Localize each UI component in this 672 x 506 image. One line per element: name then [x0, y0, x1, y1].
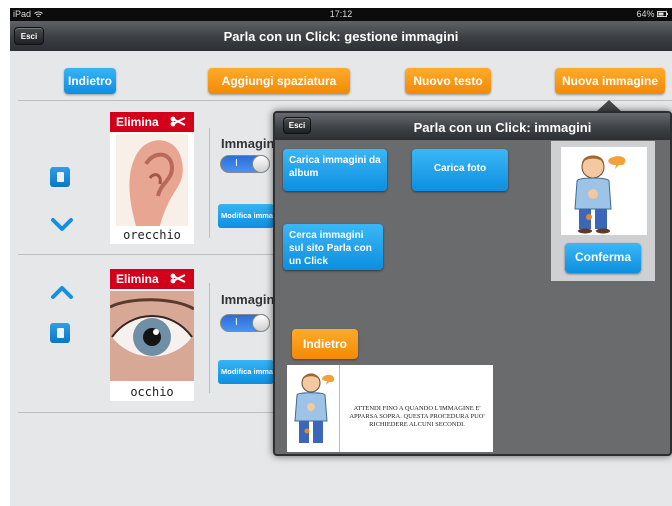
modify-image-button[interactable]: Modifica immagine	[218, 360, 274, 384]
image-preview-panel: Conferma	[551, 141, 655, 281]
confirm-button[interactable]: Conferma	[565, 243, 641, 273]
eye-image	[110, 291, 194, 381]
toggle-knob	[252, 155, 270, 173]
new-text-button[interactable]: Nuovo testo	[405, 68, 491, 94]
image-card: Elimina orecchio	[110, 112, 194, 244]
item-divider	[209, 128, 210, 238]
preview-image	[561, 147, 647, 235]
toggle-text: I	[235, 158, 238, 169]
clock: 17:12	[329, 9, 353, 19]
image-word: orecchio	[123, 228, 181, 242]
load-photo-button[interactable]: Carica foto	[412, 149, 508, 191]
dialog-exit-button[interactable]: Esci	[283, 117, 311, 134]
child-speaking-image	[574, 155, 626, 234]
wait-message-panel: ATTENDI FINO A QUANDO L'IMMAGINE E' APPA…	[287, 365, 493, 452]
battery-icon	[657, 11, 668, 17]
delete-button[interactable]: Elimina	[110, 112, 194, 132]
speech-bubble-icon	[608, 156, 626, 169]
scissors-icon	[170, 273, 186, 284]
item-divider	[209, 283, 210, 393]
document-icon	[57, 172, 64, 182]
toggle-text: I	[235, 317, 238, 328]
dialog-back-button[interactable]: Indietro	[292, 329, 358, 359]
image-toggle[interactable]: I	[220, 314, 270, 332]
image-word: occhio	[130, 385, 174, 399]
image-card: Elimina occhio	[110, 269, 194, 401]
image-dialog: Esci Parla con un Click: immagini Carica…	[273, 111, 672, 456]
edit-text-button[interactable]	[50, 167, 70, 187]
delete-button[interactable]: Elimina	[110, 269, 194, 289]
load-album-button[interactable]: Carica immagini da album	[283, 149, 387, 191]
toolbar-divider	[18, 100, 672, 101]
chevron-down-icon[interactable]	[50, 217, 74, 233]
scissors-icon	[170, 116, 186, 127]
document-icon	[57, 328, 64, 338]
image-toggle[interactable]: I	[220, 155, 270, 173]
status-bar: iPad 17:12 64%	[10, 8, 672, 21]
page-title: Parla con un Click: gestione immagini	[223, 29, 459, 44]
edit-text-button[interactable]	[50, 323, 70, 343]
search-site-button[interactable]: Cerca immagini sul sito Parla con un Cli…	[283, 224, 383, 270]
battery-percent: 64%	[636, 9, 655, 19]
add-spacing-button[interactable]: Aggiungi spaziatura	[208, 68, 350, 94]
title-bar: Esci Parla con un Click: gestione immagi…	[10, 21, 672, 51]
ipad-screen: iPad 17:12 64% Esci Parla con un Click: …	[10, 8, 672, 506]
modify-image-button[interactable]: Modifica immagine	[218, 204, 274, 228]
new-image-button[interactable]: Nuova immagine	[555, 68, 665, 94]
delete-label: Elimina	[116, 115, 159, 129]
delete-label: Elimina	[116, 272, 159, 286]
chevron-up-icon[interactable]	[50, 284, 74, 300]
dialog-title: Parla con un Click: immagini	[413, 120, 592, 135]
wait-message: ATTENDI FINO A QUANDO L'IMMAGINE E' APPA…	[349, 405, 485, 428]
dialog-title-bar: Esci Parla con un Click: immagini	[275, 113, 670, 140]
battery-indicator: 64%	[636, 9, 668, 19]
back-button[interactable]: Indietro	[64, 68, 116, 94]
ear-image	[116, 134, 188, 226]
toggle-knob	[252, 314, 270, 332]
child-speaking-image	[294, 373, 335, 443]
panel-divider	[339, 365, 340, 452]
